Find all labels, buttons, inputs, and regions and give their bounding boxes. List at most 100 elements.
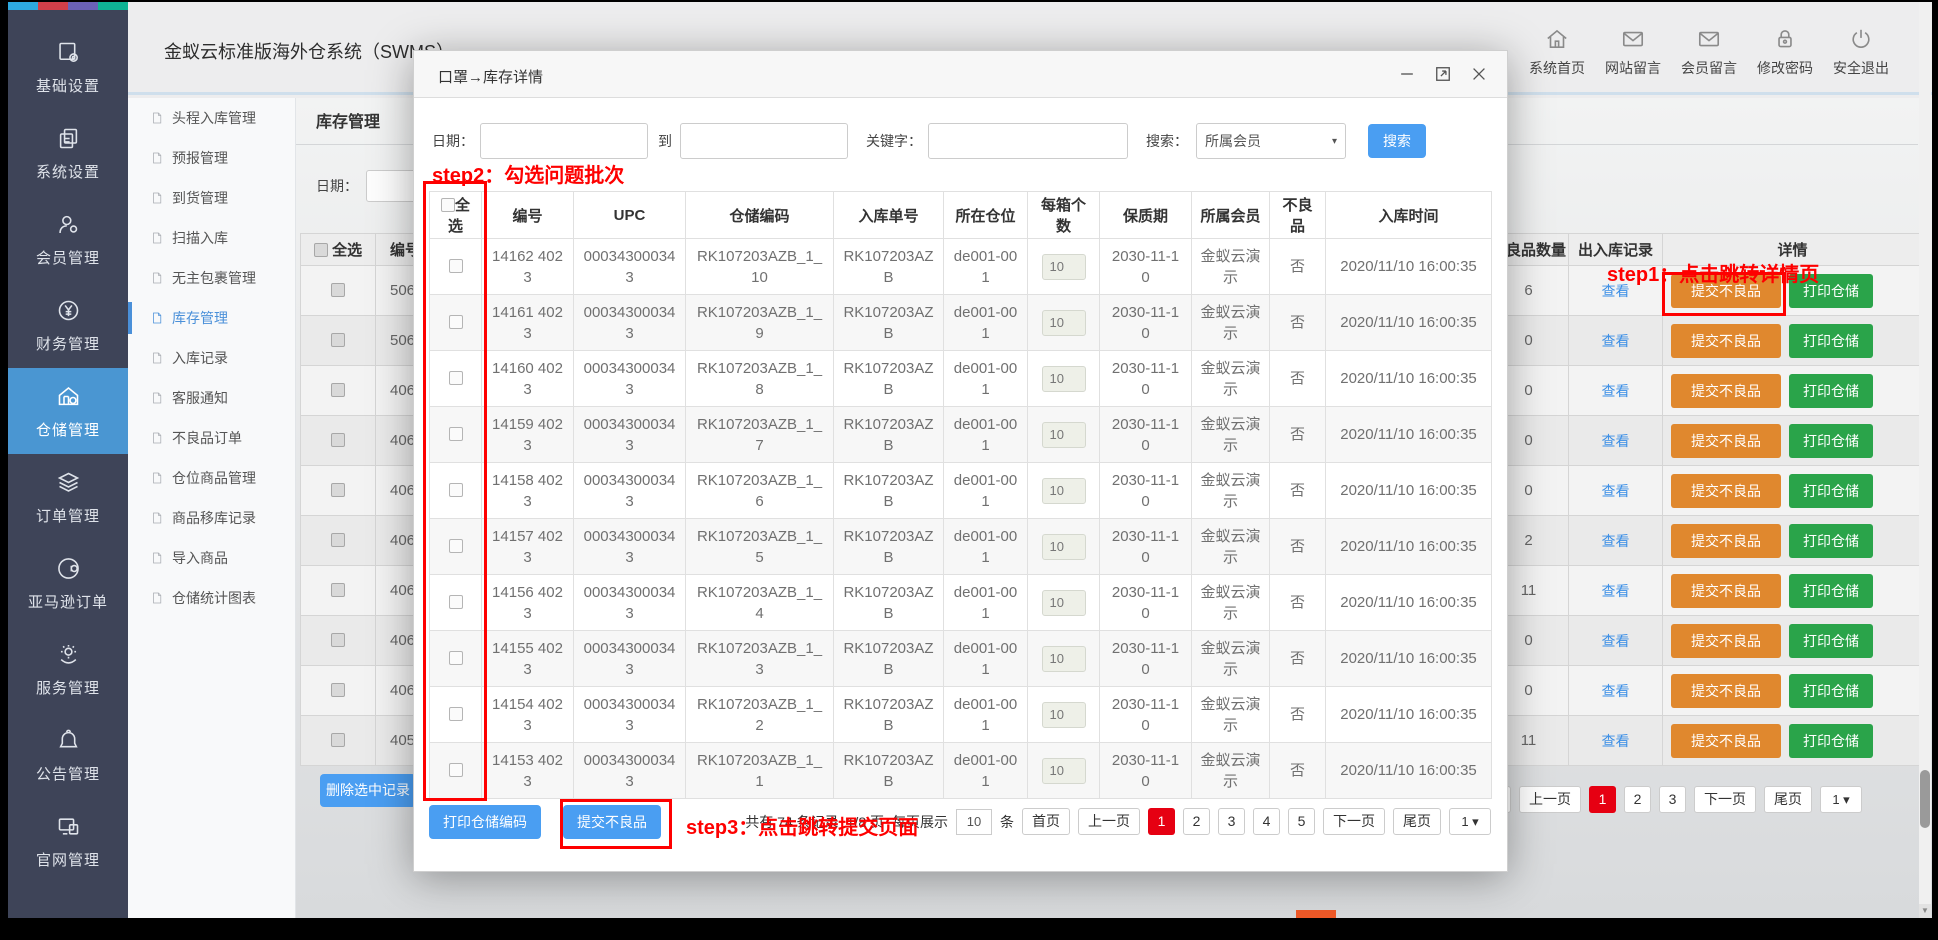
scroll-down-arrow[interactable]: ▼ bbox=[1919, 904, 1931, 918]
topbar-action[interactable]: 安全退出 bbox=[1830, 26, 1892, 78]
row-checkbox[interactable] bbox=[331, 483, 345, 497]
page-jump-select[interactable]: 1 ▾ bbox=[1820, 786, 1862, 813]
sidebar-item[interactable]: 官网管理 bbox=[8, 798, 128, 884]
submenu-item[interactable]: 客服通知 bbox=[128, 378, 295, 418]
submenu-item[interactable]: 商品移库记录 bbox=[128, 498, 295, 538]
submit-defective-button[interactable]: 提交不良品 bbox=[1671, 674, 1781, 708]
sidebar-item[interactable]: 公告管理 bbox=[8, 712, 128, 798]
submenu-item[interactable]: 库存管理 bbox=[128, 298, 295, 338]
print-storage-button[interactable]: 打印仓储 bbox=[1789, 424, 1873, 458]
row-checkbox[interactable] bbox=[331, 683, 345, 697]
row-checkbox[interactable] bbox=[449, 427, 463, 441]
topbar-action[interactable]: 修改密码 bbox=[1754, 26, 1816, 78]
last-page-button[interactable]: 尾页 bbox=[1764, 786, 1812, 813]
delete-selected-button[interactable]: 删除选中记录 bbox=[320, 774, 416, 807]
view-link[interactable]: 查看 bbox=[1602, 383, 1630, 399]
date-to-input[interactable] bbox=[680, 123, 848, 159]
topbar-action[interactable]: 系统首页 bbox=[1526, 26, 1588, 78]
view-link[interactable]: 查看 bbox=[1602, 683, 1630, 699]
per-box-input[interactable]: 10 bbox=[1042, 590, 1086, 616]
view-link[interactable]: 查看 bbox=[1602, 533, 1630, 549]
per-box-input[interactable]: 10 bbox=[1042, 422, 1086, 448]
modal-header[interactable]: 口罩→库存详情 bbox=[414, 51, 1507, 98]
scrollbar[interactable]: ▼ bbox=[1919, 2, 1931, 918]
prev-page-button[interactable]: 上一页 bbox=[1078, 808, 1140, 835]
print-storage-button[interactable]: 打印仓储 bbox=[1789, 574, 1873, 608]
submit-defective-button[interactable]: 提交不良品 bbox=[563, 805, 661, 839]
submenu-item[interactable]: 入库记录 bbox=[128, 338, 295, 378]
per-box-input[interactable]: 10 bbox=[1042, 646, 1086, 672]
sidebar-item[interactable]: 基础设置 bbox=[8, 24, 128, 110]
row-checkbox[interactable] bbox=[331, 733, 345, 747]
sidebar-item[interactable]: 会员管理 bbox=[8, 196, 128, 282]
row-checkbox[interactable] bbox=[449, 595, 463, 609]
view-link[interactable]: 查看 bbox=[1602, 333, 1630, 349]
row-checkbox[interactable] bbox=[331, 333, 345, 347]
sidebar-item[interactable]: 仓储管理 bbox=[8, 368, 128, 454]
sidebar-item[interactable]: 亚马逊订单 bbox=[8, 540, 128, 626]
per-box-input[interactable]: 10 bbox=[1042, 366, 1086, 392]
row-checkbox[interactable] bbox=[331, 533, 345, 547]
view-link[interactable]: 查看 bbox=[1602, 433, 1630, 449]
row-checkbox[interactable] bbox=[449, 707, 463, 721]
page-jump-select[interactable]: 1 ▾ bbox=[1449, 808, 1491, 835]
scrollbar-thumb[interactable] bbox=[1920, 770, 1930, 828]
row-checkbox[interactable] bbox=[449, 259, 463, 273]
submit-defective-button[interactable]: 提交不良品 bbox=[1671, 724, 1781, 758]
row-checkbox[interactable] bbox=[331, 283, 345, 297]
topbar-action[interactable]: 网站留言 bbox=[1602, 26, 1664, 78]
select-all-checkbox[interactable] bbox=[314, 243, 328, 257]
view-link[interactable]: 查看 bbox=[1602, 733, 1630, 749]
submenu-item[interactable]: 头程入库管理 bbox=[128, 98, 295, 138]
row-checkbox[interactable] bbox=[449, 539, 463, 553]
member-filter-select[interactable]: 所属会员 ▾ bbox=[1196, 123, 1346, 159]
next-page-button[interactable]: 下一页 bbox=[1694, 786, 1756, 813]
row-checkbox[interactable] bbox=[331, 583, 345, 597]
row-checkbox[interactable] bbox=[449, 315, 463, 329]
prev-page-button[interactable]: 上一页 bbox=[1519, 786, 1581, 813]
submit-defective-button[interactable]: 提交不良品 bbox=[1671, 574, 1781, 608]
row-checkbox[interactable] bbox=[331, 633, 345, 647]
row-checkbox[interactable] bbox=[331, 433, 345, 447]
print-storage-codes-button[interactable]: 打印仓储编码 bbox=[429, 805, 541, 839]
sidebar-item[interactable]: 订单管理 bbox=[8, 454, 128, 540]
submenu-item[interactable]: 扫描入库 bbox=[128, 218, 295, 258]
submenu-item[interactable]: 仓储统计图表 bbox=[128, 578, 295, 618]
first-page-button[interactable]: 首页 bbox=[1022, 808, 1070, 835]
submit-defective-button[interactable]: 提交不良品 bbox=[1671, 374, 1781, 408]
sidebar-item[interactable]: 服务管理 bbox=[8, 626, 128, 712]
page-number-button[interactable]: 2 bbox=[1183, 808, 1210, 835]
minimize-icon[interactable] bbox=[1397, 64, 1417, 84]
submenu-item[interactable]: 预报管理 bbox=[128, 138, 295, 178]
print-storage-button[interactable]: 打印仓储 bbox=[1789, 524, 1873, 558]
print-storage-button[interactable]: 打印仓储 bbox=[1789, 674, 1873, 708]
row-checkbox[interactable] bbox=[449, 763, 463, 777]
page-number-button[interactable]: 5 bbox=[1288, 808, 1315, 835]
per-page-input[interactable]: 10 bbox=[956, 809, 992, 835]
submenu-item[interactable]: 到货管理 bbox=[128, 178, 295, 218]
current-page[interactable]: 1 bbox=[1148, 808, 1175, 835]
current-page[interactable]: 1 bbox=[1589, 786, 1616, 813]
maximize-icon[interactable] bbox=[1433, 64, 1453, 84]
per-box-input[interactable]: 10 bbox=[1042, 310, 1086, 336]
print-storage-button[interactable]: 打印仓储 bbox=[1789, 474, 1873, 508]
submit-defective-button[interactable]: 提交不良品 bbox=[1671, 474, 1781, 508]
per-box-input[interactable]: 10 bbox=[1042, 254, 1086, 280]
topbar-action[interactable]: 会员留言 bbox=[1678, 26, 1740, 78]
print-storage-button[interactable]: 打印仓储 bbox=[1789, 324, 1873, 358]
sidebar-item[interactable]: 系统设置 bbox=[8, 110, 128, 196]
view-link[interactable]: 查看 bbox=[1602, 583, 1630, 599]
submit-defective-button[interactable]: 提交不良品 bbox=[1671, 324, 1781, 358]
search-button[interactable]: 搜索 bbox=[1368, 124, 1426, 158]
row-checkbox[interactable] bbox=[449, 651, 463, 665]
page-number-button[interactable]: 3 bbox=[1218, 808, 1245, 835]
next-page-button[interactable]: 下一页 bbox=[1323, 808, 1385, 835]
per-box-input[interactable]: 10 bbox=[1042, 478, 1086, 504]
row-checkbox[interactable] bbox=[449, 483, 463, 497]
sidebar-item[interactable]: 财务管理 bbox=[8, 282, 128, 368]
last-page-button[interactable]: 尾页 bbox=[1393, 808, 1441, 835]
submit-defective-button[interactable]: 提交不良品 bbox=[1671, 624, 1781, 658]
print-storage-button[interactable]: 打印仓储 bbox=[1789, 624, 1873, 658]
page-number-button[interactable]: 4 bbox=[1253, 808, 1280, 835]
submit-defective-button[interactable]: 提交不良品 bbox=[1671, 524, 1781, 558]
